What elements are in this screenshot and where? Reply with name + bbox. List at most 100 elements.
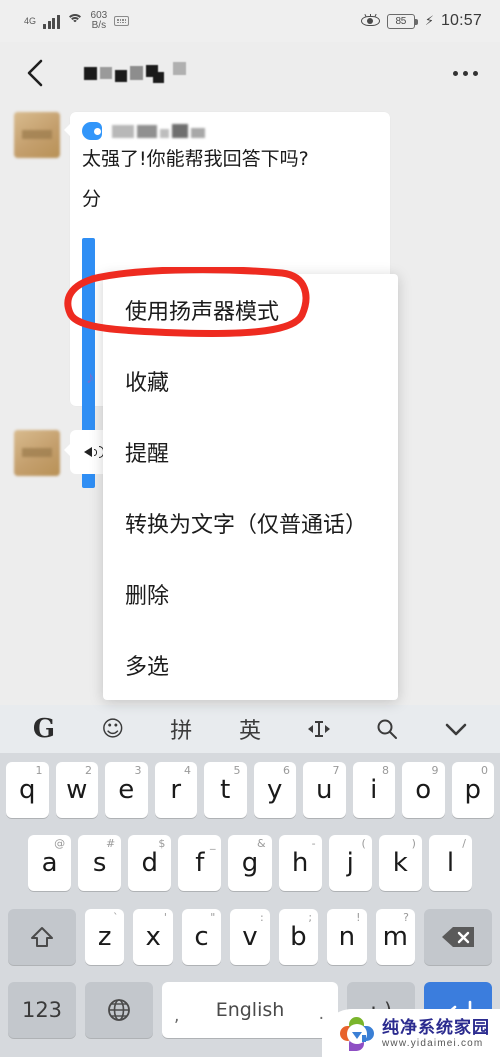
- menu-item-favorite[interactable]: 收藏: [103, 345, 398, 416]
- contact-name-censored: [84, 62, 186, 83]
- key-sup: ;: [308, 910, 313, 924]
- key-j[interactable]: (j: [328, 835, 372, 892]
- key-c[interactable]: " c: [181, 908, 222, 965]
- key-sup: `: [112, 910, 119, 924]
- keyboard-row-2: @ a # s $ d _ f & g -h (j ) k / l: [0, 827, 500, 901]
- menu-item-delete[interactable]: 删除: [103, 558, 398, 629]
- status-bar-clock: 10:57: [440, 12, 482, 29]
- english-mode-key[interactable]: 英: [230, 709, 270, 749]
- watermark-text: 纯净系统家园 www.yidaimei.com: [382, 1019, 490, 1049]
- numeric-mode-key[interactable]: 123: [8, 982, 76, 1039]
- key-f[interactable]: _ f: [178, 835, 222, 892]
- key-e[interactable]: 3e: [105, 761, 148, 818]
- key-sup: #: [106, 837, 116, 851]
- back-chevron-icon[interactable]: [20, 58, 50, 88]
- key-label: h: [291, 848, 309, 879]
- key-a[interactable]: @ a: [28, 835, 72, 892]
- key-label: d: [141, 848, 159, 879]
- key-v[interactable]: :v: [230, 908, 270, 965]
- globe-language-icon[interactable]: [85, 982, 153, 1039]
- key-label: k: [392, 848, 408, 879]
- keyboard-row-3: ` z ' x " c :v ; b ! n ? m: [0, 900, 500, 974]
- watermark-logo-icon: [340, 1017, 374, 1051]
- key-label: p: [464, 774, 481, 805]
- menu-item-convert-to-text[interactable]: 转换为文字（仅普通话）: [103, 487, 398, 558]
- card-text-line1: 太强了!你能帮我回答下吗?: [82, 148, 309, 170]
- key-label: x: [145, 921, 161, 952]
- blue-tag-icon: [82, 122, 104, 140]
- menu-item-remind[interactable]: 提醒: [103, 416, 398, 487]
- site-watermark: 纯净系统家园 www.yidaimei.com: [322, 1009, 500, 1057]
- key-sup: $: [158, 837, 166, 851]
- key-l[interactable]: / l: [428, 835, 472, 892]
- key-p[interactable]: 0p: [451, 761, 494, 818]
- key-s[interactable]: # s: [78, 835, 122, 892]
- hide-keyboard-icon[interactable]: [436, 709, 476, 749]
- sender-name-censored: [112, 124, 205, 138]
- key-w[interactable]: 2w: [55, 761, 98, 818]
- menu-item-use-speaker-mode[interactable]: 使用扬声器模式: [103, 274, 398, 345]
- key-k[interactable]: ) k: [378, 835, 422, 892]
- data-speed-indicator: 603 B/s: [91, 11, 108, 31]
- watermark-title: 纯净系统家园: [382, 1018, 490, 1039]
- key-label: b: [290, 921, 307, 952]
- status-bar-left: 4G 603 B/s: [24, 11, 130, 31]
- key-x[interactable]: ' x: [133, 908, 173, 965]
- key-m[interactable]: ? m: [375, 908, 415, 965]
- key-label: c: [194, 921, 209, 952]
- key-z[interactable]: ` z: [85, 908, 125, 965]
- key-sup: 2: [85, 763, 92, 777]
- key-sup: &: [256, 837, 266, 851]
- space-language-label: English: [215, 999, 285, 1022]
- more-options-icon[interactable]: [453, 70, 478, 76]
- shift-key[interactable]: [8, 908, 77, 965]
- key-sup: @: [54, 837, 66, 851]
- on-screen-keyboard: G ☺ 拼 英 1q 2w 3e 4 r 5 t 6 y 7 u 8 i 9 o…: [0, 705, 500, 1057]
- backspace-key[interactable]: [423, 908, 492, 965]
- key-sup: 0: [481, 763, 488, 777]
- key-i[interactable]: 8i: [352, 761, 395, 818]
- key-u[interactable]: 7u: [303, 761, 346, 818]
- search-icon[interactable]: [367, 709, 407, 749]
- key-label: r: [170, 774, 182, 805]
- menu-item-multi-select[interactable]: 多选: [103, 629, 398, 700]
- key-label: o: [415, 774, 432, 805]
- key-sup: _: [209, 837, 216, 851]
- battery-level-label: 85: [395, 15, 407, 27]
- key-sup: 8: [382, 763, 389, 777]
- key-g[interactable]: & g: [228, 835, 272, 892]
- avatar[interactable]: [14, 430, 60, 476]
- space-key[interactable]: , English .: [162, 982, 338, 1039]
- key-y[interactable]: 6y: [253, 761, 296, 818]
- key-label: w: [66, 774, 88, 805]
- key-label: a: [41, 848, 58, 879]
- key-t[interactable]: 5t: [204, 761, 247, 818]
- key-n[interactable]: ! n: [327, 908, 367, 965]
- key-sup: 6: [283, 763, 290, 777]
- key-label: f: [195, 848, 205, 879]
- key-o[interactable]: 9o: [402, 761, 445, 818]
- key-d[interactable]: $ d: [128, 835, 172, 892]
- network-type-label: 4G: [24, 16, 37, 26]
- emoji-keyboard-icon[interactable]: ☺: [93, 709, 133, 749]
- card-header: [82, 122, 378, 140]
- keyboard-toolbar: G ☺ 拼 英: [0, 705, 500, 753]
- cursor-move-icon[interactable]: [299, 709, 339, 749]
- key-q[interactable]: 1q: [6, 761, 49, 818]
- key-r[interactable]: 4r: [154, 761, 197, 818]
- avatar[interactable]: [14, 112, 60, 158]
- key-sup: 3: [134, 763, 142, 777]
- key-label: i: [370, 774, 378, 805]
- charging-bolt-icon: ⚡: [424, 13, 434, 28]
- key-label: q: [18, 774, 36, 805]
- key-sup: 1: [35, 763, 43, 777]
- google-logo-icon[interactable]: G: [24, 709, 64, 749]
- pinyin-mode-key[interactable]: 拼: [161, 709, 201, 749]
- battery-icon: 85: [386, 13, 418, 29]
- key-sup: 9: [431, 763, 439, 777]
- data-speed-unit: B/s: [91, 20, 107, 31]
- key-sup: 5: [233, 763, 241, 777]
- key-b[interactable]: ; b: [278, 908, 319, 965]
- key-sup: -: [311, 837, 316, 851]
- key-h[interactable]: -h: [278, 835, 322, 892]
